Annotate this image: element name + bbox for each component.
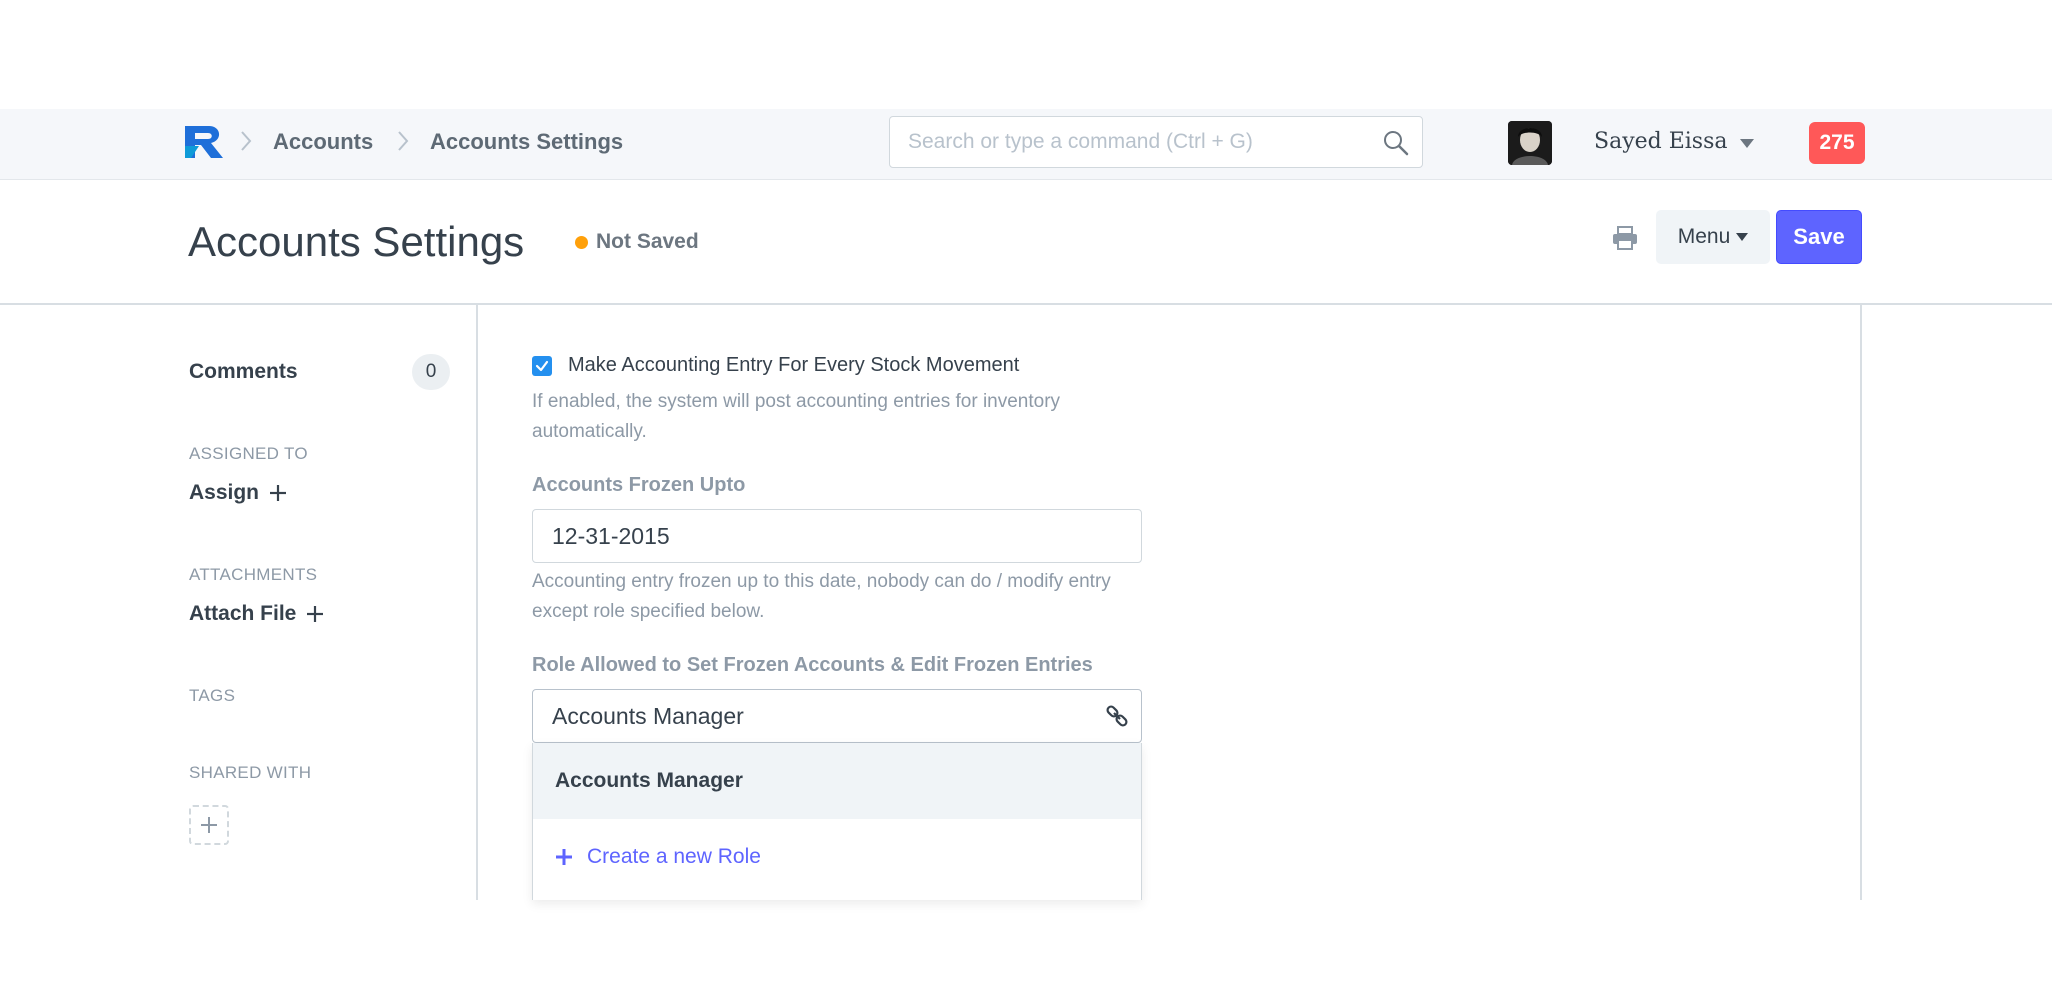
print-icon[interactable] [1612,226,1638,250]
user-name[interactable]: Sayed Eissa [1594,129,1728,154]
frozen-upto-input[interactable] [552,510,1092,562]
checkmark-icon [535,360,549,372]
role-dropdown: Accounts Manager Create a new Role [532,743,1142,900]
frozen-upto-label: Accounts Frozen Upto [532,474,746,496]
shared-with-heading: SHARED WITH [189,763,312,782]
save-button[interactable]: Save [1776,210,1862,264]
tags-heading: TAGS [189,686,236,705]
search-box [889,116,1423,168]
attach-file-label: Attach File [189,602,297,625]
frozen-upto-field [532,509,1142,563]
status-indicator: Not Saved [596,230,699,253]
comments-count-badge: 0 [412,354,450,390]
assign-label: Assign [189,481,260,504]
chevron-right-icon [398,131,409,151]
menu-button[interactable]: Menu [1656,210,1770,264]
assign-link[interactable]: Assign [189,481,287,505]
perpetual-inventory-label[interactable]: Make Accounting Entry For Every Stock Mo… [568,354,1019,377]
perpetual-inventory-help: If enabled, the system will post account… [532,391,1061,442]
page-head-divider [0,303,2052,305]
plus-icon [307,606,324,622]
assigned-to-heading: ASSIGNED TO [189,444,308,463]
comments-link[interactable]: Comments [189,360,298,384]
dropdown-item-accounts-manager[interactable]: Accounts Manager [533,743,1141,819]
caret-down-icon[interactable] [1740,139,1754,148]
page-title: Accounts Settings [188,218,525,265]
create-new-role-option[interactable]: Create a new Role [533,819,1141,895]
search-icon[interactable] [1382,129,1410,157]
attach-file-link[interactable]: Attach File [189,602,324,626]
frozen-role-label: Role Allowed to Set Frozen Accounts & Ed… [532,654,1093,676]
frozen-role-input[interactable] [552,690,1092,742]
sidebar-divider [476,305,478,900]
caret-down-icon [1736,233,1749,241]
add-share-button[interactable] [189,805,229,845]
user-avatar[interactable] [1508,121,1552,165]
frappe-logo-icon[interactable] [183,124,227,160]
breadcrumb-accounts-settings[interactable]: Accounts Settings [430,130,623,154]
dropdown-item-label: Accounts Manager [555,769,743,792]
search-input[interactable] [908,117,1378,167]
frozen-role-field [532,689,1142,743]
attachments-heading: ATTACHMENTS [189,565,318,584]
plus-icon [556,849,572,865]
status-indicator-dot [575,236,588,249]
notification-badge[interactable]: 275 [1809,122,1865,164]
menu-button-label: Menu [1677,225,1731,248]
perpetual-inventory-checkbox[interactable] [532,356,552,376]
create-new-role-label: Create a new Role [587,845,761,868]
chevron-right-icon [241,131,252,151]
frozen-upto-help: Accounting entry frozen up to this date,… [532,571,1111,622]
plus-icon [201,817,217,833]
avatar-image [1508,121,1552,165]
content-border [1860,305,1862,900]
plus-icon [270,485,287,501]
link-icon[interactable] [1105,704,1129,728]
breadcrumb-accounts[interactable]: Accounts [273,130,373,154]
